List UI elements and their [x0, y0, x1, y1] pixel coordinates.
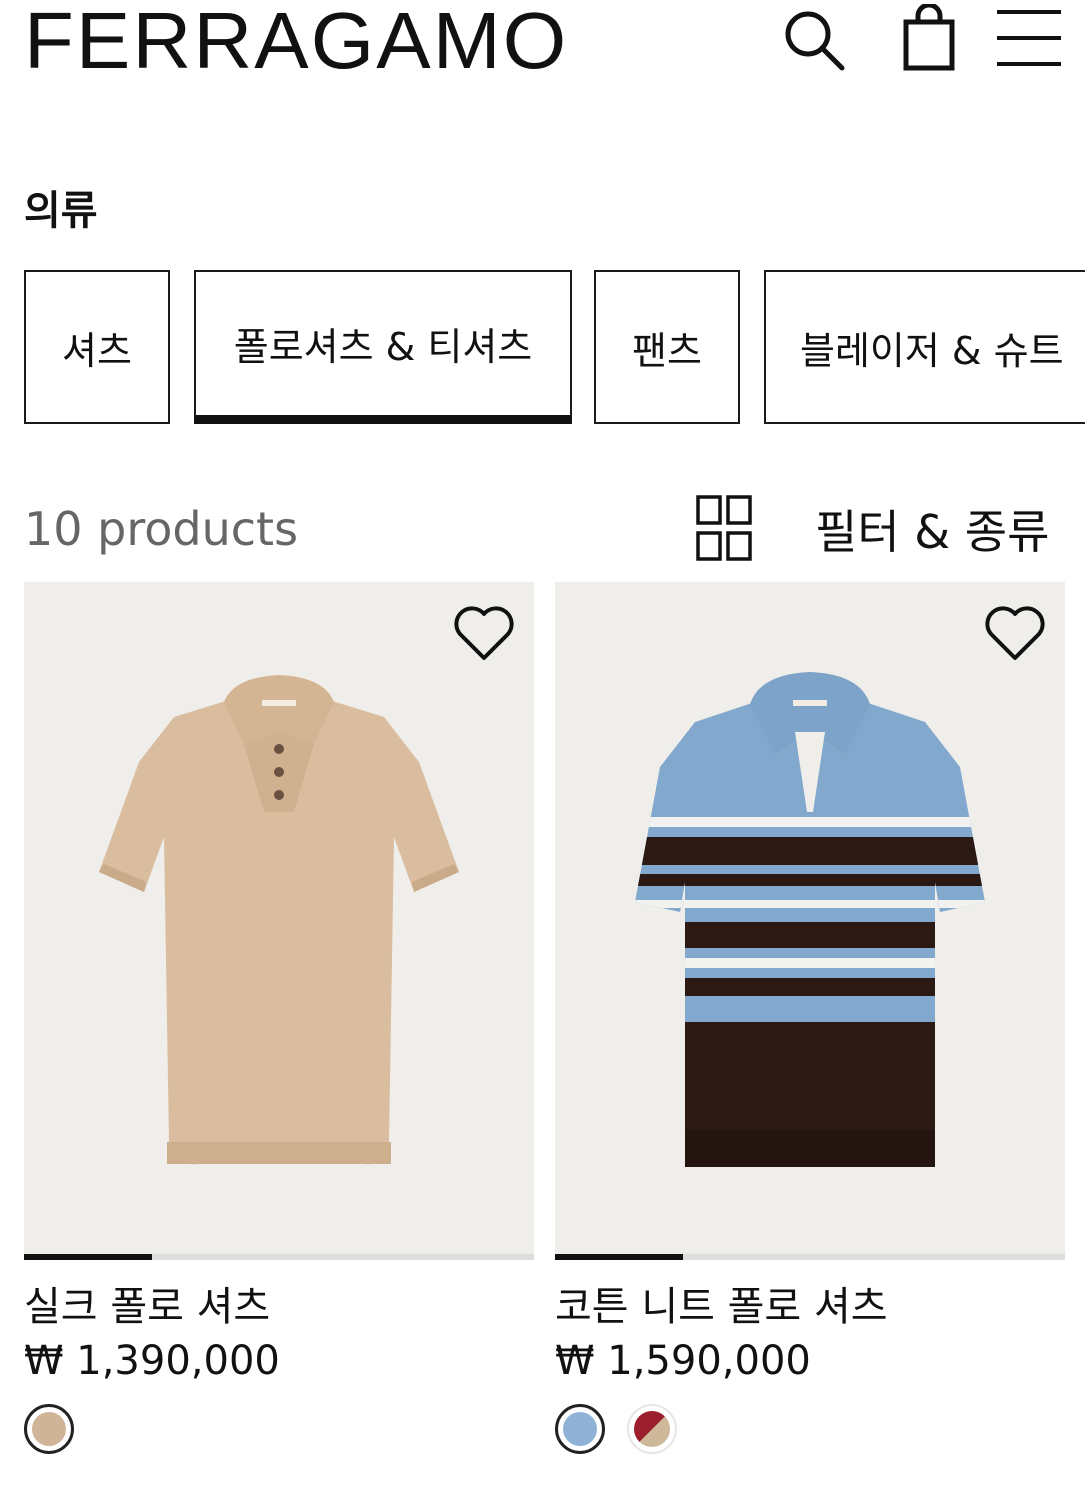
product-name[interactable]: 코튼 니트 폴로 셔츠	[555, 1274, 1065, 1332]
grid-view-icon[interactable]	[695, 494, 753, 562]
product-count: 10 products	[24, 502, 299, 556]
striped-knit-polo-image	[635, 672, 985, 1167]
color-swatches	[24, 1404, 534, 1454]
tab-label: 블레이저 & 슈트	[800, 328, 1064, 373]
color-swatch-blue[interactable]	[555, 1404, 605, 1454]
menu-icon[interactable]	[995, 8, 1063, 68]
color-swatch-beige[interactable]	[24, 1404, 74, 1454]
product-price: ₩ 1,590,000	[555, 1338, 811, 1384]
product-image[interactable]	[555, 582, 1065, 1254]
wishlist-heart-icon[interactable]	[452, 604, 516, 662]
product-card[interactable]: 코튼 니트 폴로 셔츠 ₩ 1,590,000	[555, 582, 1065, 1454]
product-price: ₩ 1,390,000	[24, 1338, 280, 1384]
site-header: FERRAGAMO	[0, 0, 1085, 110]
tab-shirts[interactable]: 셔츠	[24, 270, 170, 424]
tab-pants[interactable]: 팬츠	[594, 270, 740, 424]
wishlist-heart-icon[interactable]	[983, 604, 1047, 662]
tab-polo-tshirts[interactable]: 폴로셔츠 & 티셔츠	[194, 270, 572, 424]
color-swatches	[555, 1404, 1065, 1454]
image-carousel-progress	[24, 1254, 534, 1260]
color-swatch-red-beige[interactable]	[627, 1404, 677, 1454]
product-image[interactable]	[24, 582, 534, 1254]
tab-label: 셔츠	[62, 328, 132, 373]
tab-label: 팬츠	[632, 328, 702, 373]
swatch-color	[563, 1412, 597, 1446]
swatch-color	[32, 1412, 66, 1446]
category-tabs: 셔츠 폴로셔츠 & 티셔츠 팬츠 블레이저 & 슈트	[24, 270, 1085, 430]
brand-logo[interactable]: FERRAGAMO	[24, 1, 568, 81]
swatch-color	[634, 1411, 670, 1447]
search-icon[interactable]	[780, 6, 850, 76]
tab-blazers-suits[interactable]: 블레이저 & 슈트	[764, 270, 1085, 424]
image-carousel-progress	[555, 1254, 1065, 1260]
image-carousel-progress-fill	[555, 1254, 683, 1260]
image-carousel-progress-fill	[24, 1254, 152, 1260]
product-card[interactable]: 실크 폴로 셔츠 ₩ 1,390,000	[24, 582, 534, 1454]
tab-label: 폴로셔츠 & 티셔츠	[233, 325, 533, 369]
filter-sort-button[interactable]: 필터 & 종류	[815, 496, 1049, 562]
page-title: 의류	[24, 188, 98, 234]
shopping-bag-icon[interactable]	[898, 4, 960, 74]
product-name[interactable]: 실크 폴로 셔츠	[24, 1274, 534, 1332]
beige-polo-shirt-image	[99, 675, 459, 1165]
